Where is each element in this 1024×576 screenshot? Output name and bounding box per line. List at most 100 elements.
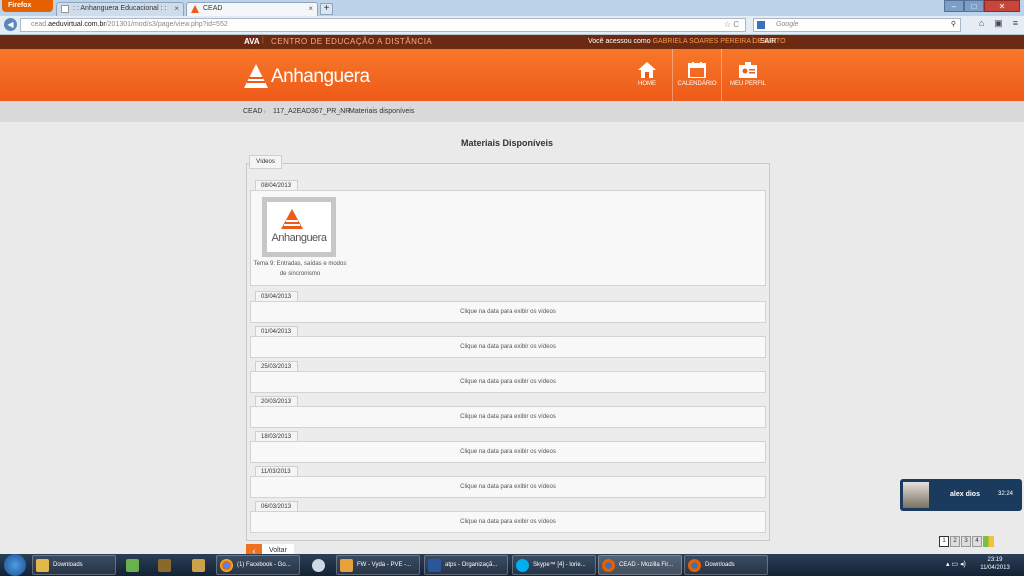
search-icon[interactable]: ⚲ (951, 19, 956, 31)
date-section[interactable]: Clique na data para exibir os vídeos (250, 301, 766, 323)
maximize-button[interactable]: □ (964, 0, 984, 12)
thumbnail-brand: Anhanguera (271, 232, 327, 244)
tab-title: : : Anhanguera Educacional : : (73, 5, 167, 12)
reload-icon[interactable]: C (733, 20, 739, 29)
nav-meu-perfil[interactable]: MEU PERFIL (722, 49, 774, 101)
date-section[interactable]: Clique na data para exibir os vídeos (250, 441, 766, 463)
firefox-icon (688, 559, 701, 572)
taskbar-item-label: FW - Vyda - PVE -... (357, 562, 412, 568)
game-icon (192, 559, 205, 572)
date-section[interactable]: Clique na data para exibir os vídeos (250, 406, 766, 428)
word-icon (428, 559, 441, 572)
page-button[interactable]: 4 (972, 536, 982, 547)
date-section[interactable]: Clique na data para exibir os vídeos (250, 511, 766, 533)
breadcrumb-separator: › (338, 106, 341, 116)
taskbar-pinned-app[interactable] (120, 555, 144, 575)
taskbar-item-chrome[interactable]: (1) Facebook - Go... (216, 555, 300, 575)
tab-videos[interactable]: Vídeos (249, 155, 282, 169)
taskbar-item-label: atps - Organizaçã... (445, 562, 498, 568)
new-tab-button[interactable]: + (320, 3, 333, 15)
app-icon (312, 559, 325, 572)
divider: | (262, 37, 264, 44)
search-field[interactable]: Google ⚲ (753, 18, 961, 32)
app-icon (340, 559, 353, 572)
game-icon (158, 559, 171, 572)
video-thumbnail[interactable]: Anhanguera (262, 197, 336, 257)
network-icon[interactable]: ▭ (951, 561, 958, 568)
chat-contact-name: alex dios (950, 491, 980, 498)
divider: | (752, 37, 754, 44)
back-button[interactable]: ◀ (4, 18, 17, 31)
volume-icon[interactable]: ◂) (960, 561, 966, 568)
nav-meu-perfil-label: MEU PERFIL (729, 81, 766, 87)
bookmark-star-icon[interactable]: ☆ (724, 20, 731, 29)
menu-icon[interactable]: ≡ (1013, 18, 1018, 29)
profile-icon (739, 62, 757, 78)
browser-titlebar: Firefox : : Anhanguera Educacional : : ×… (0, 0, 1024, 16)
taskbar-item-firefox[interactable]: CEAD - Mozilla Fir... (598, 555, 682, 575)
apps-grid-icon[interactable] (983, 536, 994, 547)
url-path: /201301/mod/s3/page/view.php?id=552 (105, 21, 228, 28)
page-button[interactable]: 3 (961, 536, 971, 547)
anhanguera-favicon-icon (191, 5, 199, 13)
firefox-menu-button[interactable]: Firefox (2, 0, 53, 12)
breadcrumb-separator: › (263, 106, 266, 116)
chat-popup[interactable]: alex dios 32:24 (900, 479, 1022, 511)
close-window-button[interactable]: ✕ (984, 0, 1020, 12)
taskbar-item-downloads-2[interactable]: Downloads (684, 555, 768, 575)
taskbar-item-label: Downloads (705, 562, 735, 568)
nav-calendario[interactable]: CALENDÁRIO (672, 49, 722, 101)
taskbar-item-label: Downloads (53, 562, 83, 568)
tab-cead[interactable]: CEAD × (186, 2, 318, 16)
nav-home-label: HOME (638, 81, 656, 87)
ava-label: AVA (244, 37, 260, 46)
logout-link[interactable]: SAIR (760, 38, 776, 45)
taskbar-item-label: CEAD - Mozilla Fir... (619, 562, 674, 568)
nav-calendario-label: CALENDÁRIO (677, 81, 717, 87)
close-tab-icon[interactable]: × (308, 3, 313, 15)
taskbar-item-downloads[interactable]: Downloads (32, 555, 116, 575)
url-field[interactable]: cead.aeduvirtual.com.br/201301/mod/s3/pa… (20, 18, 746, 32)
breadcrumb-cead[interactable]: CEAD (243, 108, 262, 115)
anhanguera-logo[interactable]: Anhanguera (243, 61, 370, 91)
system-tray[interactable]: ▴ ▭ ◂) (946, 560, 966, 568)
taskbar-item-skype[interactable]: Skype™ [4] - lorie... (512, 555, 596, 575)
url-tools: ☆ C (724, 19, 739, 31)
page-button[interactable]: 2 (950, 536, 960, 547)
minimize-button[interactable]: – (944, 0, 964, 12)
avatar (903, 482, 929, 508)
close-tab-icon[interactable]: × (174, 3, 179, 15)
search-engine-icon[interactable] (757, 21, 765, 29)
clock-date: 11/04/2013 (980, 565, 1010, 571)
calendar-icon (688, 62, 706, 78)
video-caption[interactable]: Tema 9: Entradas, saídas e modos de sinc… (253, 259, 347, 279)
nav-home[interactable]: HOME (624, 49, 670, 101)
taskbar-item-fw[interactable]: FW - Vyda - PVE -... (336, 555, 420, 575)
brand-name: Anhanguera (271, 66, 370, 87)
navigation-bar: ◀ cead.aeduvirtual.com.br/201301/mod/s3/… (0, 16, 1024, 35)
firefox-icon (602, 559, 615, 572)
taskbar-pinned-app[interactable] (152, 555, 176, 575)
tab-anhanguera[interactable]: : : Anhanguera Educacional : : × (56, 2, 184, 16)
home-icon[interactable]: ⌂ (979, 18, 984, 29)
clock-time: 23:19 (987, 557, 1003, 563)
taskbar-item-word[interactable]: atps - Organizaçã... (424, 555, 508, 575)
accessed-label: Você acessou como (588, 38, 651, 45)
pager: 1 2 3 4 (939, 536, 994, 547)
addons-icon[interactable]: ▣ (994, 18, 1003, 29)
url-prefix: cead. (31, 21, 49, 28)
account-info: Você acessou como GABRIELA SOARES PEREIR… (588, 38, 786, 45)
search-placeholder: Google (776, 21, 799, 28)
date-section[interactable]: Clique na data para exibir os vídeos (250, 476, 766, 498)
page-button[interactable]: 1 (939, 536, 949, 547)
skype-icon (516, 559, 529, 572)
start-button[interactable] (4, 554, 26, 576)
logo-mark-icon (244, 64, 268, 88)
date-section[interactable]: Clique na data para exibir os vídeos (250, 371, 766, 393)
date-section[interactable]: Clique na data para exibir os vídeos (250, 336, 766, 358)
taskbar-pinned-app[interactable] (306, 555, 330, 575)
home-icon (638, 62, 656, 78)
taskbar-pinned-app[interactable] (186, 555, 210, 575)
game-icon (126, 559, 139, 572)
taskbar-clock[interactable]: 23:19 11/04/2013 (972, 556, 1018, 572)
